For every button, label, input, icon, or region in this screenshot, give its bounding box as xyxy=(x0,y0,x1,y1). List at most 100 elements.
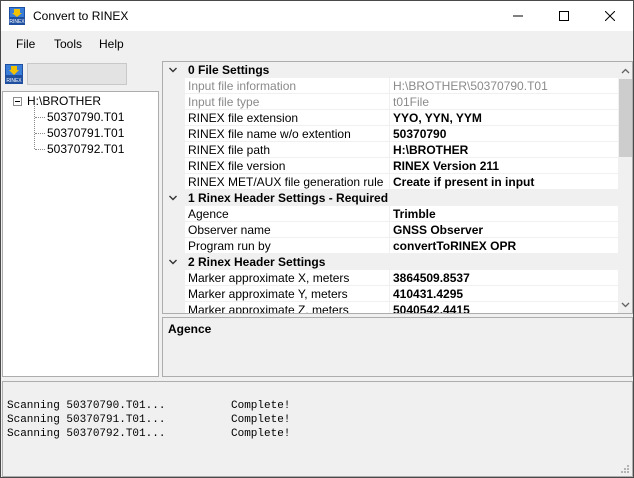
property-value[interactable]: RINEX Version 211 xyxy=(393,159,617,173)
chevron-down-icon xyxy=(621,302,630,307)
property-value[interactable]: 410431.4295 xyxy=(393,287,617,301)
window-title: Convert to RINEX xyxy=(33,9,129,23)
tree-item[interactable]: 50370792.T01 xyxy=(47,142,124,156)
grid-margin xyxy=(163,238,185,254)
property-value[interactable]: GNSS Observer xyxy=(393,223,617,237)
grid-divider[interactable] xyxy=(389,286,390,302)
property-name: Observer name xyxy=(188,223,271,237)
chevron-down-icon[interactable] xyxy=(167,256,179,268)
minimize-button[interactable] xyxy=(495,1,541,31)
grid-divider[interactable] xyxy=(389,206,390,222)
property-name: RINEX file path xyxy=(188,143,271,157)
svg-text:RINEX: RINEX xyxy=(6,78,22,84)
grid-divider[interactable] xyxy=(389,158,390,174)
grid-margin xyxy=(163,94,185,110)
grid-divider[interactable] xyxy=(389,142,390,158)
vertical-scrollbar[interactable] xyxy=(618,62,632,313)
left-toolbar: RINEX xyxy=(2,61,159,90)
grid-margin xyxy=(163,158,185,174)
rinex-icon[interactable]: RINEX xyxy=(5,64,23,84)
menu-file[interactable]: File xyxy=(16,37,35,51)
grid-row[interactable]: Marker approximate X, meters 3864509.8537 xyxy=(163,270,618,286)
chevron-down-icon[interactable] xyxy=(167,192,179,204)
path-combo[interactable] xyxy=(27,63,127,85)
tree-root[interactable]: H:\BROTHER xyxy=(27,94,101,108)
grid-row[interactable]: RINEX file version RINEX Version 211 xyxy=(163,158,618,174)
grid-category[interactable]: 0 File Settings xyxy=(163,62,618,78)
grid-divider[interactable] xyxy=(389,110,390,126)
category-label: 1 Rinex Header Settings - Required xyxy=(188,191,389,205)
description-title: Agence xyxy=(168,322,212,336)
grid-divider[interactable] xyxy=(389,270,390,286)
property-value[interactable]: YYO, YYN, YYM xyxy=(393,111,617,125)
grid-row[interactable]: Observer name GNSS Observer xyxy=(163,222,618,238)
tree-item[interactable]: 50370790.T01 xyxy=(47,110,124,124)
log-line: Scanning 50370792.T01... Complete! xyxy=(7,428,407,442)
grid-divider[interactable] xyxy=(389,94,390,110)
grid-margin xyxy=(163,206,185,222)
grid-margin xyxy=(163,222,185,238)
grid-row[interactable]: Agence Trimble xyxy=(163,206,618,222)
grid-row[interactable]: Program run by convertToRINEX OPR xyxy=(163,238,618,254)
property-value[interactable]: 5040542.4415 xyxy=(393,303,617,313)
property-name: Marker approximate Y, meters xyxy=(188,287,348,301)
log-output[interactable]: Scanning 50370790.T01... Complete! Scannin… xyxy=(2,381,633,477)
grid-divider[interactable] xyxy=(389,302,390,313)
grid-row[interactable]: RINEX file name w/o extention 50370790 xyxy=(163,126,618,142)
property-value[interactable]: Trimble xyxy=(393,207,617,221)
menu-help[interactable]: Help xyxy=(99,37,124,51)
app-window: RINEX Convert to RINEX File Tools Help R… xyxy=(0,0,634,478)
grid-category[interactable]: 2 Rinex Header Settings xyxy=(163,254,618,270)
property-value[interactable]: convertToRINEX OPR xyxy=(393,239,617,253)
resize-grip-icon[interactable] xyxy=(620,464,630,474)
log-line: Scanning 50370790.T01... Complete! xyxy=(7,400,407,414)
scroll-thumb[interactable] xyxy=(619,79,632,157)
grid-margin xyxy=(163,142,185,158)
property-value: t01File xyxy=(393,95,430,109)
grid-category[interactable]: 1 Rinex Header Settings - Required xyxy=(163,190,618,206)
grid-divider[interactable] xyxy=(389,222,390,238)
property-name: Program run by xyxy=(188,239,271,253)
property-value[interactable]: Create if present in input xyxy=(393,175,617,189)
rinex-app-icon: RINEX xyxy=(9,7,25,25)
category-label: 0 File Settings xyxy=(188,63,270,77)
tree-connector xyxy=(34,106,35,149)
property-name: RINEX file name w/o extention xyxy=(188,127,351,141)
grid-divider[interactable] xyxy=(389,238,390,254)
close-button[interactable] xyxy=(587,1,633,31)
property-name: Input file information xyxy=(188,79,297,93)
log-line: Scanning 50370791.T01... Complete! xyxy=(7,414,407,428)
grid-row[interactable]: Input file information H:\BROTHER\5037079… xyxy=(163,78,618,94)
maximize-button[interactable] xyxy=(541,1,587,31)
property-value[interactable]: 50370790 xyxy=(393,127,617,141)
grid-divider[interactable] xyxy=(389,78,390,94)
grid-margin xyxy=(163,174,185,190)
tree-connector xyxy=(35,149,45,150)
tree-item[interactable]: 50370791.T01 xyxy=(47,126,124,140)
chevron-down-icon[interactable] xyxy=(167,64,179,76)
property-value[interactable]: H:\BROTHER xyxy=(393,143,617,157)
menu-tools[interactable]: Tools xyxy=(54,37,82,51)
grid-margin xyxy=(163,302,185,313)
maximize-icon xyxy=(559,11,569,21)
svg-text:RINEX: RINEX xyxy=(9,19,25,25)
log-file-text: Scanning 50370792.T01... xyxy=(7,428,166,440)
grid-divider[interactable] xyxy=(389,126,390,142)
chevron-up-icon xyxy=(621,68,630,73)
grid-margin xyxy=(163,78,185,94)
property-name: RINEX MET/AUX file generation rule xyxy=(188,175,384,189)
grid-row[interactable]: RINEX MET/AUX file generation rule Create… xyxy=(163,174,618,190)
grid-row[interactable]: RINEX file extension YYO, YYN, YYM xyxy=(163,110,618,126)
log-file-text: Scanning 50370791.T01... xyxy=(7,414,166,426)
grid-divider[interactable] xyxy=(389,174,390,190)
grid-row[interactable]: Marker approximate Z, meters 5040542.4415 xyxy=(163,302,618,313)
grid-row[interactable]: RINEX file path H:\BROTHER xyxy=(163,142,618,158)
property-value[interactable]: 3864509.8537 xyxy=(393,271,617,285)
scroll-up-button[interactable] xyxy=(618,62,632,79)
grid-row[interactable]: Input file type t01File xyxy=(163,94,618,110)
collapse-icon[interactable] xyxy=(13,97,22,106)
scroll-down-button[interactable] xyxy=(618,296,632,313)
grid-row[interactable]: Marker approximate Y, meters 410431.4295 xyxy=(163,286,618,302)
log-status-text: Complete! xyxy=(231,428,291,440)
property-grid: Marker approximate Z, meters 5040542.4415… xyxy=(162,61,633,314)
